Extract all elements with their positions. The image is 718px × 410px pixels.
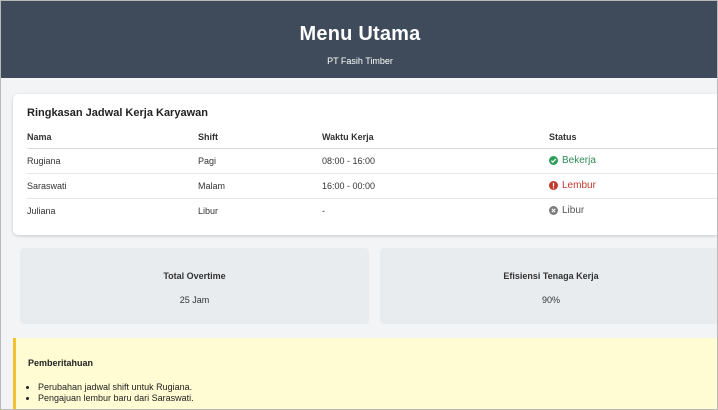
status-badge: Lembur: [549, 180, 596, 191]
column-header-shift: Shift: [198, 126, 322, 149]
company-name: PT Fasih Timber: [327, 56, 393, 66]
employee-shift: Pagi: [198, 148, 322, 174]
column-header-status: Status: [549, 126, 717, 149]
column-header-work-time: Waktu Kerja: [322, 126, 549, 149]
employee-name: Juliana: [27, 205, 56, 216]
column-header-name: Nama: [27, 126, 198, 149]
main-menu-page: Menu Utama PT Fasih Timber Ringkasan Jad…: [0, 0, 718, 410]
employee-status: Libur: [549, 198, 717, 223]
page-header: Menu Utama PT Fasih Timber: [1, 1, 717, 78]
notification-panel: Pemberitahuan Perubahan jadwal shift unt…: [13, 338, 717, 409]
employee-work-time: 16:00 - 00:00: [322, 173, 549, 199]
metric-label: Total Overtime: [163, 271, 226, 281]
notification-list: Perubahan jadwal shift untuk Rugiana. Pe…: [38, 382, 194, 404]
metric-value: 25 Jam: [179, 295, 210, 305]
metric-label: Efisiensi Tenaga Kerja: [503, 271, 599, 281]
check-circle-icon: [549, 155, 558, 165]
employee-shift: Malam: [198, 173, 322, 199]
employee-work-time: -: [322, 205, 325, 216]
alert-circle-icon: [549, 180, 558, 190]
table-row: Rugiana Pagi 08:00 - 16:00 Bekerja: [27, 148, 717, 174]
page-title: Menu Utama: [299, 23, 421, 45]
status-text: Lembur: [562, 179, 596, 191]
table-row: Saraswati Malam 16:00 - 00:00 Lembur: [27, 173, 717, 199]
notification-title: Pemberitahuan: [28, 358, 94, 368]
employee-name: Saraswati: [27, 173, 198, 199]
status-text: Bekerja: [562, 154, 596, 166]
schedule-table: Nama Shift Waktu Kerja Status Rugiana Pa…: [27, 126, 717, 223]
status-badge: Bekerja: [549, 155, 596, 166]
table-row: Juliana Libur - Libur: [27, 198, 717, 223]
x-circle-icon: [549, 205, 558, 215]
schedule-summary-card: Ringkasan Jadwal Kerja Karyawan Nama Shi…: [13, 94, 717, 235]
total-overtime-card: Total Overtime 25 Jam: [20, 248, 369, 324]
metric-value: 90%: [541, 295, 560, 305]
employee-work-time: 08:00 - 16:00: [322, 148, 549, 174]
employee-status: Bekerja: [549, 148, 717, 174]
status-text: Libur: [562, 204, 585, 216]
list-item: Pengajuan lembur baru dari Saraswati.: [38, 393, 194, 404]
employee-shift: Libur: [198, 205, 219, 216]
workforce-efficiency-card: Efisiensi Tenaga Kerja 90%: [380, 248, 717, 324]
status-badge: Libur: [549, 205, 584, 216]
table-header-row: Nama Shift Waktu Kerja Status: [27, 126, 717, 149]
employee-name: Rugiana: [27, 148, 198, 174]
employee-status: Lembur: [549, 173, 717, 199]
list-item: Perubahan jadwal shift untuk Rugiana.: [38, 382, 194, 393]
schedule-summary-title: Ringkasan Jadwal Kerja Karyawan: [27, 107, 208, 119]
